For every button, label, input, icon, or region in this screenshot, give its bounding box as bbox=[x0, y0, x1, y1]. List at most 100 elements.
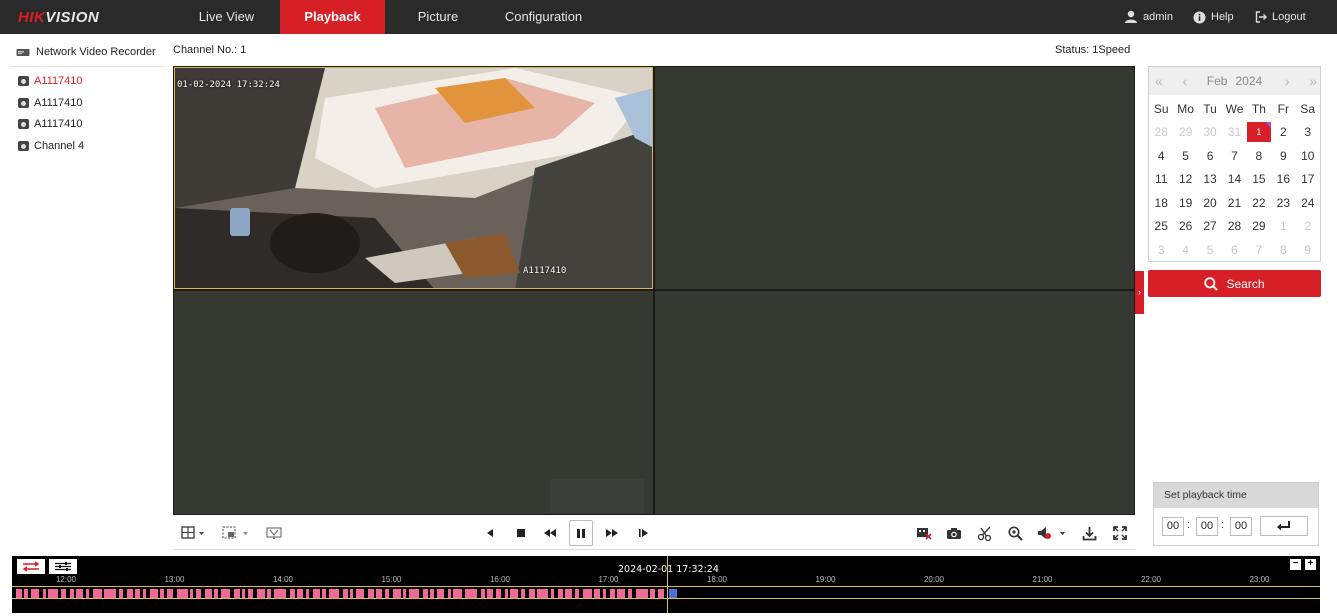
tab-live-view[interactable]: Live View bbox=[183, 0, 270, 34]
calendar-day[interactable]: 11 bbox=[1149, 169, 1173, 189]
video-pane-1[interactable]: 01-02-2024 17:32:24 A1117410 bbox=[174, 67, 653, 289]
top-navigation-bar: HIKVISION Live View Playback Picture Con… bbox=[0, 0, 1337, 34]
tab-configuration[interactable]: Configuration bbox=[495, 0, 592, 34]
clip-button[interactable] bbox=[976, 522, 994, 544]
prev-year-icon[interactable]: « bbox=[1155, 73, 1163, 89]
weekday-label: Su bbox=[1153, 101, 1169, 116]
calendar-day[interactable]: 3 bbox=[1296, 122, 1320, 142]
digital-zoom-button[interactable] bbox=[1006, 522, 1024, 544]
hour-tick-label: 19:00 bbox=[815, 575, 836, 584]
calendar-day[interactable]: 12 bbox=[1173, 169, 1197, 189]
slow-forward-button[interactable] bbox=[540, 522, 560, 544]
timeline-type-button[interactable] bbox=[17, 559, 45, 574]
calendar-day[interactable]: 10 bbox=[1296, 146, 1320, 166]
calendar-day[interactable]: 6 bbox=[1198, 146, 1222, 166]
stop-button[interactable] bbox=[512, 522, 530, 544]
calendar-day[interactable]: 8 bbox=[1247, 146, 1271, 166]
calendar-day[interactable]: 30 bbox=[1198, 122, 1222, 142]
next-month-icon[interactable]: › bbox=[1285, 73, 1289, 89]
pause-button[interactable] bbox=[569, 520, 593, 546]
tab-picture[interactable]: Picture bbox=[400, 0, 476, 34]
recording-track[interactable] bbox=[12, 586, 1320, 599]
minute-field[interactable]: 00 bbox=[1196, 517, 1218, 536]
calendar-day[interactable]: 5 bbox=[1173, 146, 1197, 166]
camera-video-frame bbox=[175, 68, 652, 288]
calendar-day[interactable]: 24 bbox=[1296, 193, 1320, 213]
calendar-day[interactable]: 27 bbox=[1198, 216, 1222, 236]
calendar-day[interactable]: 16 bbox=[1271, 169, 1295, 189]
calendar-day[interactable]: 28 bbox=[1149, 122, 1173, 142]
search-button[interactable]: Search bbox=[1148, 270, 1321, 297]
fullscreen-button[interactable] bbox=[1110, 522, 1130, 544]
single-frame-button[interactable] bbox=[634, 522, 652, 544]
video-pane-4[interactable] bbox=[655, 291, 1134, 514]
calendar-day[interactable]: 23 bbox=[1271, 193, 1295, 213]
audio-button[interactable] bbox=[1036, 522, 1068, 544]
channel-item-2[interactable]: A1117410 bbox=[18, 97, 83, 109]
recording-segment bbox=[636, 589, 648, 598]
calendar-day[interactable]: 22 bbox=[1247, 193, 1271, 213]
calendar-day[interactable]: 29 bbox=[1173, 122, 1197, 142]
logout-link[interactable]: Logout bbox=[1255, 0, 1306, 34]
calendar-day[interactable]: 20 bbox=[1198, 193, 1222, 213]
collapse-panel-tab[interactable]: › bbox=[1135, 271, 1144, 314]
timeline-settings-button[interactable] bbox=[49, 559, 77, 574]
tab-playback[interactable]: Playback bbox=[280, 0, 385, 34]
video-pane-3[interactable] bbox=[174, 291, 653, 514]
camera-icon bbox=[18, 98, 29, 108]
calendar-day[interactable]: 28 bbox=[1222, 216, 1246, 236]
stop-all-button[interactable] bbox=[915, 522, 933, 544]
calendar-day[interactable]: 13 bbox=[1198, 169, 1222, 189]
zoom-out-button[interactable]: − bbox=[1290, 559, 1301, 570]
calendar-day[interactable]: 19 bbox=[1173, 193, 1197, 213]
weekday-label: Mo bbox=[1177, 101, 1194, 116]
calendar-day[interactable]: 4 bbox=[1149, 146, 1173, 166]
reverse-play-button[interactable] bbox=[481, 522, 499, 544]
recording-segment bbox=[329, 589, 339, 598]
calendar-day[interactable]: 1 bbox=[1246, 122, 1272, 143]
calendar-day[interactable]: 29 bbox=[1247, 216, 1271, 236]
calendar-day[interactable]: 17 bbox=[1296, 169, 1320, 189]
calendar-day[interactable]: 1 bbox=[1271, 216, 1295, 236]
user-menu[interactable]: admin bbox=[1124, 0, 1173, 34]
next-year-icon[interactable]: » bbox=[1309, 73, 1317, 89]
weekday-label: Sa bbox=[1300, 101, 1316, 116]
calendar-day[interactable]: 31 bbox=[1222, 122, 1246, 142]
channel-item-1[interactable]: A1117410 bbox=[18, 75, 83, 87]
timeline[interactable]: 2024-02-01 17:32:24 12:00 13:00 14:00 15:00… bbox=[12, 556, 1320, 613]
calendar-day[interactable]: 18 bbox=[1149, 193, 1173, 213]
calendar-day[interactable]: 2 bbox=[1296, 216, 1320, 236]
channel-item-4[interactable]: Channel 4 bbox=[18, 140, 84, 152]
device-tree-root[interactable]: Network Video Recorder bbox=[16, 46, 156, 58]
calendar-day[interactable]: 5 bbox=[1198, 240, 1222, 260]
hour-field[interactable]: 00 bbox=[1162, 517, 1184, 536]
help-link[interactable]: Help bbox=[1193, 0, 1234, 34]
download-button[interactable] bbox=[1079, 522, 1099, 544]
calendar-day[interactable]: 14 bbox=[1222, 169, 1246, 189]
calendar-day[interactable]: 21 bbox=[1222, 193, 1246, 213]
calendar-day[interactable]: 2 bbox=[1271, 122, 1295, 142]
calendar-day[interactable]: 7 bbox=[1247, 240, 1271, 260]
calendar-day[interactable]: 9 bbox=[1296, 240, 1320, 260]
timeline-cursor[interactable] bbox=[667, 556, 668, 613]
channel-item-3[interactable]: A1117410 bbox=[18, 118, 83, 130]
zoom-in-button[interactable]: + bbox=[1305, 559, 1316, 570]
window-division-button[interactable] bbox=[179, 522, 209, 544]
calendar-day[interactable]: 15 bbox=[1247, 169, 1271, 189]
calendar-day[interactable]: 3 bbox=[1149, 240, 1173, 260]
zoom-region-button[interactable] bbox=[221, 522, 253, 544]
calendar-day[interactable]: 9 bbox=[1271, 146, 1295, 166]
calendar-day[interactable]: 7 bbox=[1222, 146, 1246, 166]
fisheye-button[interactable] bbox=[263, 522, 285, 544]
calendar-day[interactable]: 26 bbox=[1173, 216, 1197, 236]
calendar-day[interactable]: 6 bbox=[1222, 240, 1246, 260]
second-field[interactable]: 00 bbox=[1230, 517, 1252, 536]
calendar-day[interactable]: 25 bbox=[1149, 216, 1173, 236]
video-pane-2[interactable] bbox=[655, 67, 1134, 289]
fast-forward-button[interactable] bbox=[602, 522, 622, 544]
capture-button[interactable] bbox=[945, 522, 963, 544]
go-button[interactable] bbox=[1260, 516, 1308, 536]
prev-month-icon[interactable]: ‹ bbox=[1182, 73, 1186, 89]
calendar-day[interactable]: 4 bbox=[1173, 240, 1197, 260]
calendar-day[interactable]: 8 bbox=[1271, 240, 1295, 260]
